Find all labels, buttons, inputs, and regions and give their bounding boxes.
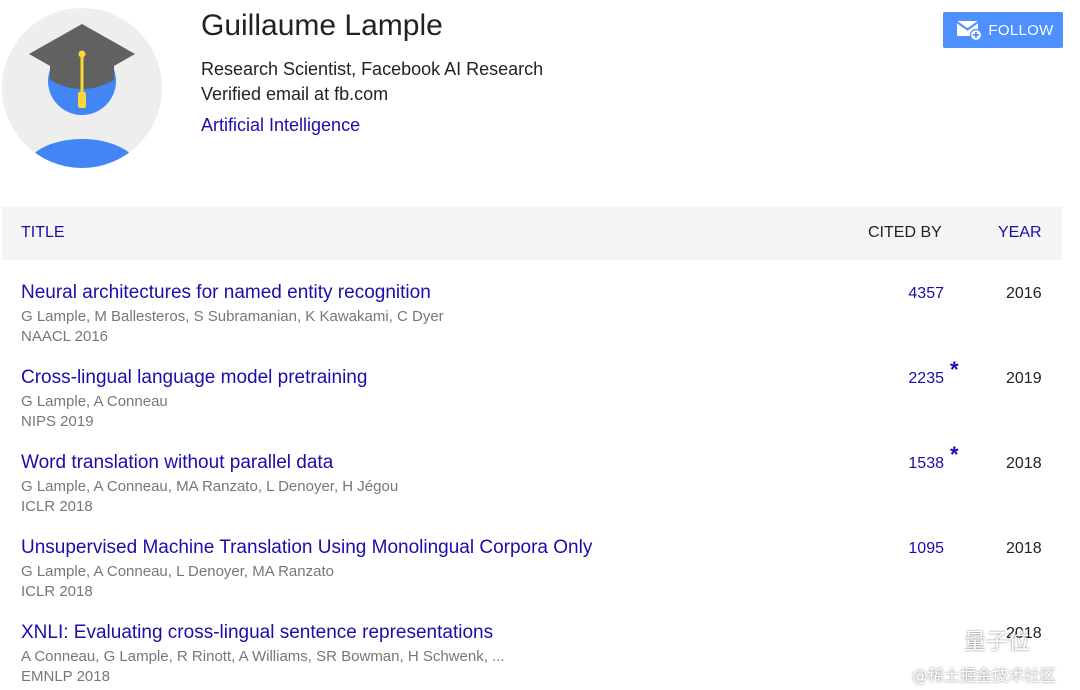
publication-authors: G Lample, A Conneau, MA Ranzato, L Denoy… [21,478,399,495]
sort-by-year[interactable]: YEAR [998,224,1042,242]
profile-avatar [2,8,162,168]
profile-name: Guillaume Lample [201,9,443,42]
publication-title-link[interactable]: Unsupervised Machine Translation Using M… [21,537,592,559]
publication-venue: EMNLP 2018 [21,668,110,685]
profile-email: Verified email at fb.com [201,84,389,104]
cited-by-header: CITED BY [868,224,942,241]
research-interest-link[interactable]: Artificial Intelligence [201,115,360,136]
publication-year: 2018 [1006,540,1042,557]
table-header: TITLE CITED BY YEAR [2,207,1062,260]
watermark: 量子位 @稀土掘金技术社区 [912,624,1078,688]
publication-authors: G Lample, A Conneau, L Denoyer, MA Ranza… [21,563,334,580]
mail-plus-icon [956,21,983,41]
cited-by-count-link[interactable]: 1538 [884,455,944,473]
publication-venue: ICLR 2018 [21,498,93,515]
watermark-subtitle: @稀土掘金技术社区 [912,666,1057,685]
merged-citations-star: * [950,442,959,467]
publication-title-link[interactable]: Word translation without parallel data [21,452,333,474]
follow-button[interactable]: FOLLOW [943,12,1063,48]
publication-title-link[interactable]: Cross-lingual language model pretraining [21,367,367,389]
publication-venue: NIPS 2019 [21,413,94,430]
profile-affiliation: Research Scientist, Facebook AI Research [201,59,544,79]
table-row: Cross-lingual language model pretraining… [0,357,1080,452]
graduate-avatar-icon [2,8,162,168]
cited-by-count-link[interactable]: 2235 [884,370,944,388]
watermark-brand: 量子位 [964,630,1031,655]
publication-authors: G Lample, A Conneau [21,393,168,410]
cited-by-count-link[interactable]: 1095 [884,540,944,558]
sort-by-title[interactable]: TITLE [21,224,65,242]
cited-by-count-link[interactable]: 4357 [884,285,944,303]
merged-citations-star: * [950,357,959,382]
publication-year: 2019 [1006,370,1042,387]
publication-venue: ICLR 2018 [21,583,93,600]
follow-button-label: FOLLOW [988,21,1054,39]
table-row: Neural architectures for named entity re… [0,282,1080,367]
table-row: Word translation without parallel data G… [0,442,1080,537]
publication-title-link[interactable]: XNLI: Evaluating cross-lingual sentence … [21,622,493,644]
publication-authors: A Conneau, G Lample, R Rinott, A William… [21,648,505,665]
wechat-icon [919,627,956,655]
publication-title-link[interactable]: Neural architectures for named entity re… [21,282,431,304]
publication-year: 2018 [1006,455,1042,472]
publication-authors: G Lample, M Ballesteros, S Subramanian, … [21,308,444,325]
publication-venue: NAACL 2016 [21,328,108,345]
publication-year: 2016 [1006,285,1042,302]
table-row: Unsupervised Machine Translation Using M… [0,537,1080,622]
